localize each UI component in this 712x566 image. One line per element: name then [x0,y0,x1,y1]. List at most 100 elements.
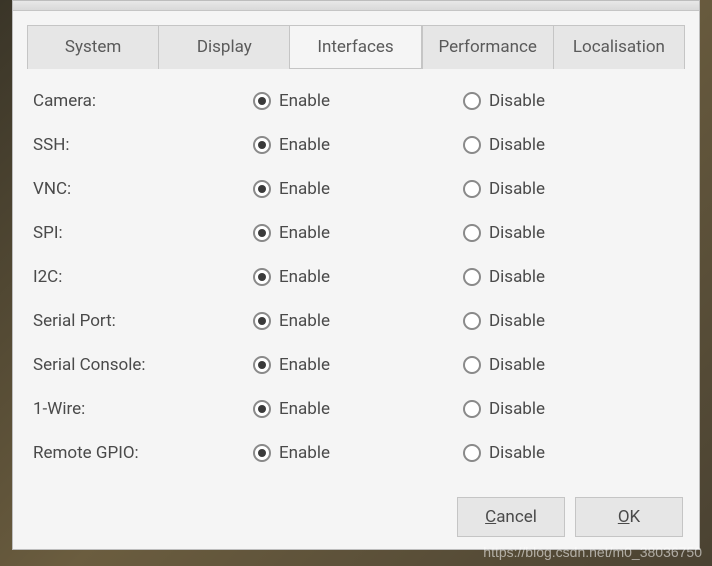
watermark: https://blog.csdn.net/m0_38036750 [483,544,702,560]
radio-label: Disable [489,223,545,243]
tab-label: Display [197,37,252,57]
interface-row: SSH: Enable Disable [33,123,679,167]
radio-label: Disable [489,267,545,287]
tab-interfaces[interactable]: Interfaces [289,25,421,69]
radio-icon [463,268,481,286]
radio-label: Disable [489,355,545,375]
radio-label: Enable [279,179,330,199]
radio-label: Disable [489,443,545,463]
tab-label: Interfaces [317,37,393,57]
interface-row: Serial Console: Enable Disable [33,343,679,387]
radio-icon [253,224,271,242]
radio-enable[interactable]: Enable [253,223,463,243]
radio-icon [463,444,481,462]
radio-label: Enable [279,223,330,243]
radio-enable[interactable]: Enable [253,267,463,287]
radio-enable[interactable]: Enable [253,311,463,331]
row-label: SSH: [33,135,253,155]
radio-label: Enable [279,135,330,155]
radio-enable[interactable]: Enable [253,91,463,111]
interface-row: Remote GPIO: Enable Disable [33,431,679,475]
radio-group: Enable Disable [253,355,633,375]
radio-icon [253,312,271,330]
tab-bar: System Display Interfaces Performance Locali… [27,25,685,69]
radio-label: Enable [279,443,330,463]
radio-icon [253,92,271,110]
radio-group: Enable Disable [253,399,633,419]
interface-row: Camera: Enable Disable [33,79,679,123]
interface-row: SPI: Enable Disable [33,211,679,255]
interface-row: Serial Port: Enable Disable [33,299,679,343]
radio-label: Disable [489,179,545,199]
cancel-button[interactable]: Cancel [457,497,565,537]
radio-label: Disable [489,311,545,331]
row-label: I2C: [33,267,253,287]
tab-display[interactable]: Display [158,25,289,69]
titlebar [13,1,699,11]
row-label: VNC: [33,179,253,199]
radio-label: Enable [279,91,330,111]
tab-localisation[interactable]: Localisation [553,25,685,69]
row-label: Camera: [33,91,253,111]
button-bar: Cancel OK [27,497,685,537]
interface-row: I2C: Enable Disable [33,255,679,299]
row-label: Serial Port: [33,311,253,331]
radio-disable[interactable]: Disable [463,311,633,331]
radio-disable[interactable]: Disable [463,179,633,199]
radio-disable[interactable]: Disable [463,443,633,463]
radio-icon [463,400,481,418]
interface-row: VNC: Enable Disable [33,167,679,211]
radio-label: Enable [279,267,330,287]
tab-system[interactable]: System [27,25,158,69]
radio-disable[interactable]: Disable [463,91,633,111]
radio-enable[interactable]: Enable [253,135,463,155]
radio-enable[interactable]: Enable [253,443,463,463]
radio-group: Enable Disable [253,223,633,243]
row-label: Serial Console: [33,355,253,375]
radio-label: Disable [489,399,545,419]
radio-icon [253,444,271,462]
radio-group: Enable Disable [253,179,633,199]
radio-icon [253,356,271,374]
radio-group: Enable Disable [253,91,633,111]
tab-label: Localisation [573,37,665,57]
tab-label: Performance [439,37,537,57]
radio-icon [463,136,481,154]
radio-enable[interactable]: Enable [253,355,463,375]
radio-disable[interactable]: Disable [463,355,633,375]
radio-group: Enable Disable [253,135,633,155]
interface-row: 1-Wire: Enable Disable [33,387,679,431]
radio-label: Enable [279,355,330,375]
radio-disable[interactable]: Disable [463,399,633,419]
radio-icon [463,92,481,110]
radio-disable[interactable]: Disable [463,267,633,287]
radio-disable[interactable]: Disable [463,135,633,155]
radio-group: Enable Disable [253,311,633,331]
tab-label: System [65,37,121,57]
dialog-content: System Display Interfaces Performance Locali… [13,11,699,549]
radio-icon [253,268,271,286]
radio-icon [253,136,271,154]
radio-label: Disable [489,91,545,111]
radio-group: Enable Disable [253,267,633,287]
radio-group: Enable Disable [253,443,633,463]
radio-label: Enable [279,311,330,331]
radio-icon [253,180,271,198]
tab-performance[interactable]: Performance [422,25,553,69]
radio-enable[interactable]: Enable [253,399,463,419]
radio-label: Enable [279,399,330,419]
interfaces-panel: Camera:EnableDisableSSH:EnableDisableVNC… [27,69,685,481]
radio-icon [463,224,481,242]
row-label: Remote GPIO: [33,443,253,463]
radio-icon [463,312,481,330]
radio-enable[interactable]: Enable [253,179,463,199]
radio-label: Disable [489,135,545,155]
radio-icon [253,400,271,418]
config-dialog: System Display Interfaces Performance Locali… [12,0,700,550]
ok-button[interactable]: OK [575,497,683,537]
radio-icon [463,356,481,374]
row-label: 1-Wire: [33,399,253,419]
row-label: SPI: [33,223,253,243]
radio-icon [463,180,481,198]
radio-disable[interactable]: Disable [463,223,633,243]
